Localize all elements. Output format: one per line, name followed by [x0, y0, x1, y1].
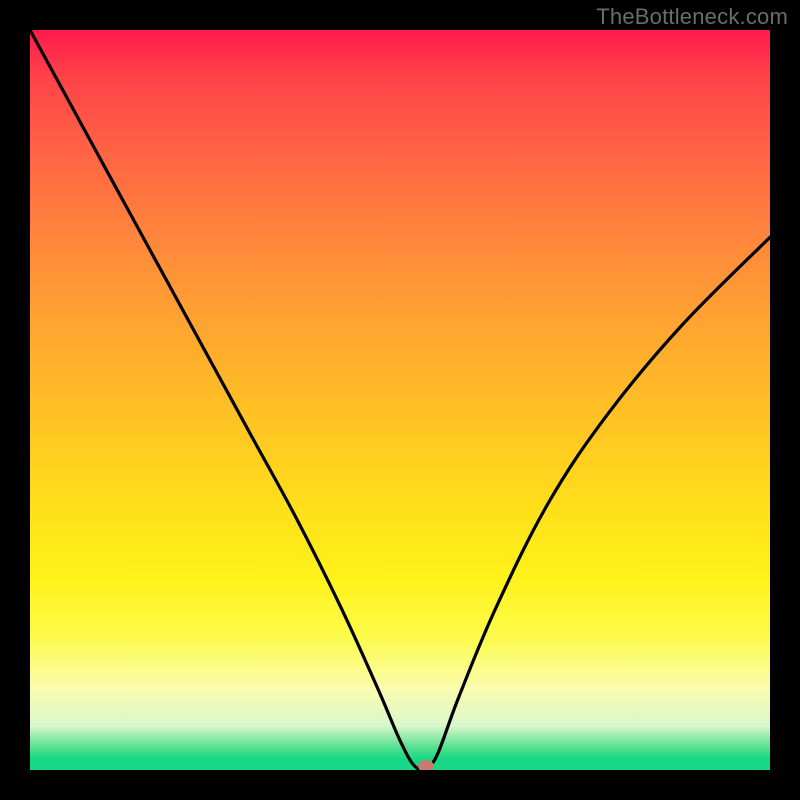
chart-frame: TheBottleneck.com — [0, 0, 800, 800]
bottleneck-curve-line — [30, 30, 770, 769]
chart-svg — [30, 30, 770, 770]
chart-plot-area — [30, 30, 770, 770]
optimal-point-marker — [418, 760, 434, 770]
watermark-text: TheBottleneck.com — [596, 4, 788, 30]
